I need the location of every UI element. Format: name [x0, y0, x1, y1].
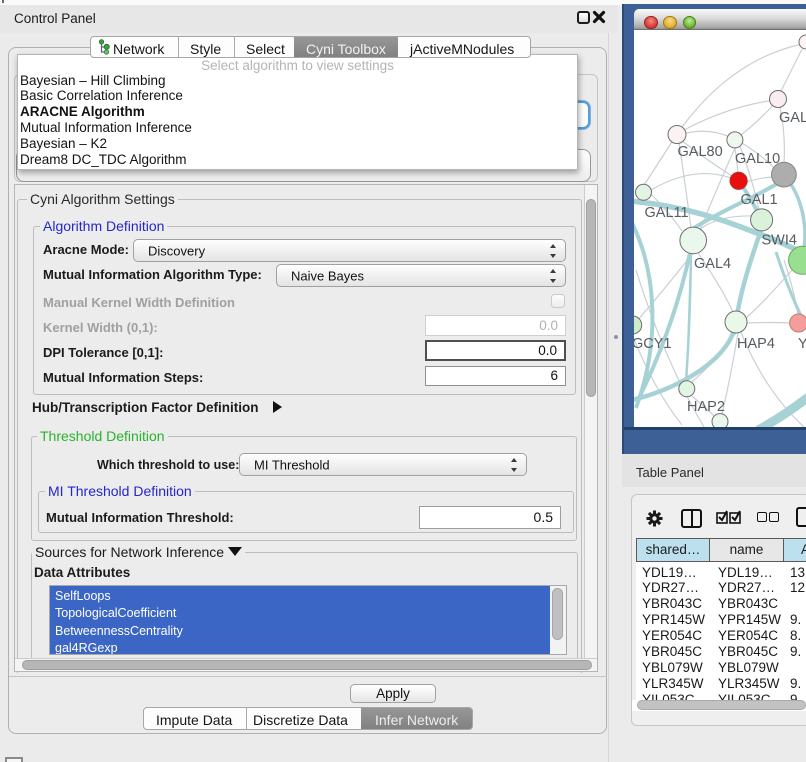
svg-text:GAL80: GAL80: [678, 144, 723, 160]
svg-text:GAL7: GAL7: [779, 110, 806, 126]
svg-text:GAL11: GAL11: [645, 205, 689, 221]
svg-text:HAP4: HAP4: [737, 336, 775, 352]
svg-text:GCY1: GCY1: [634, 336, 672, 352]
svg-text:SWI4: SWI4: [762, 233, 797, 249]
svg-text:YM: YM: [798, 336, 806, 352]
svg-text:GAL10: GAL10: [735, 151, 780, 167]
svg-text:HAP2: HAP2: [687, 399, 725, 415]
svg-text:GAL1: GAL1: [741, 192, 778, 208]
svg-text:GAL4: GAL4: [694, 256, 731, 272]
